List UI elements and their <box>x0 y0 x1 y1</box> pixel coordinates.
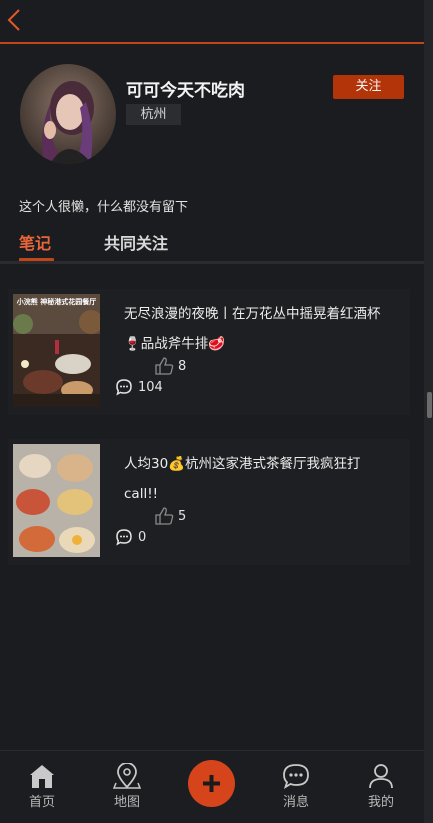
like-button[interactable]: 8 <box>154 356 186 376</box>
thumbs-up-icon <box>155 357 174 375</box>
like-count: 5 <box>178 508 187 524</box>
comment-button[interactable]: 104 <box>115 377 163 397</box>
nav-profile[interactable]: 我的 <box>351 763 411 810</box>
bio-text: 这个人很懒，什么都没有留下 <box>19 200 189 215</box>
note-title: 人均30💰杭州这家港式茶餐厅我疯狂打call!! <box>124 456 361 502</box>
home-icon <box>30 765 54 788</box>
note-thumbnail <box>13 444 100 557</box>
note-thumbnail: 小浣熊 神秘港式花园餐厅 <box>13 294 100 407</box>
comment-count: 104 <box>138 379 163 395</box>
scrollbar[interactable] <box>424 0 433 823</box>
user-icon <box>369 764 393 789</box>
username: 可可今天不吃肉 <box>126 81 245 101</box>
nav-label: 首页 <box>28 795 55 810</box>
top-bar <box>0 0 424 44</box>
tab-common-follows[interactable]: 共同关注 <box>104 230 168 254</box>
note-card[interactable]: 小浣熊 神秘港式花园餐厅 无尽浪漫的夜晚丨在万花丛中摇晃着红酒杯🍷品战斧牛排🥩 … <box>8 289 410 415</box>
tab-notes[interactable]: 笔记 <box>19 230 51 254</box>
add-note-button[interactable] <box>188 760 235 807</box>
nav-label: 消息 <box>282 795 309 810</box>
avatar <box>20 64 116 164</box>
like-button[interactable]: 5 <box>154 506 186 526</box>
scrollbar-thumb[interactable] <box>427 392 432 418</box>
thumbs-up-icon <box>155 507 174 525</box>
city-tag: 杭州 <box>126 104 181 125</box>
note-title: 无尽浪漫的夜晚丨在万花丛中摇晃着红酒杯🍷品战斧牛排🥩 <box>124 306 381 352</box>
bottom-nav: 首页 地图 消息 我的 <box>0 750 424 823</box>
comment-icon <box>116 379 132 396</box>
note-card[interactable]: 人均30💰杭州这家港式茶餐厅我疯狂打call!! 5 0 <box>8 439 410 565</box>
chevron-left-icon[interactable] <box>6 8 24 32</box>
tabs-divider <box>0 261 424 264</box>
nav-label: 我的 <box>367 795 394 810</box>
message-icon <box>283 764 309 789</box>
map-pin-icon <box>113 763 141 789</box>
nav-label: 地图 <box>113 795 140 810</box>
nav-home[interactable]: 首页 <box>12 763 72 810</box>
thumbnail-caption: 小浣熊 神秘港式花园餐厅 <box>16 298 97 306</box>
nav-map[interactable]: 地图 <box>97 763 157 810</box>
comment-count: 0 <box>138 529 147 545</box>
comment-button[interactable]: 0 <box>115 527 146 547</box>
plus-icon <box>203 775 220 792</box>
like-count: 8 <box>178 358 187 374</box>
comment-icon <box>116 529 132 546</box>
follow-button[interactable]: 关注 <box>333 75 404 99</box>
nav-messages[interactable]: 消息 <box>266 763 326 810</box>
